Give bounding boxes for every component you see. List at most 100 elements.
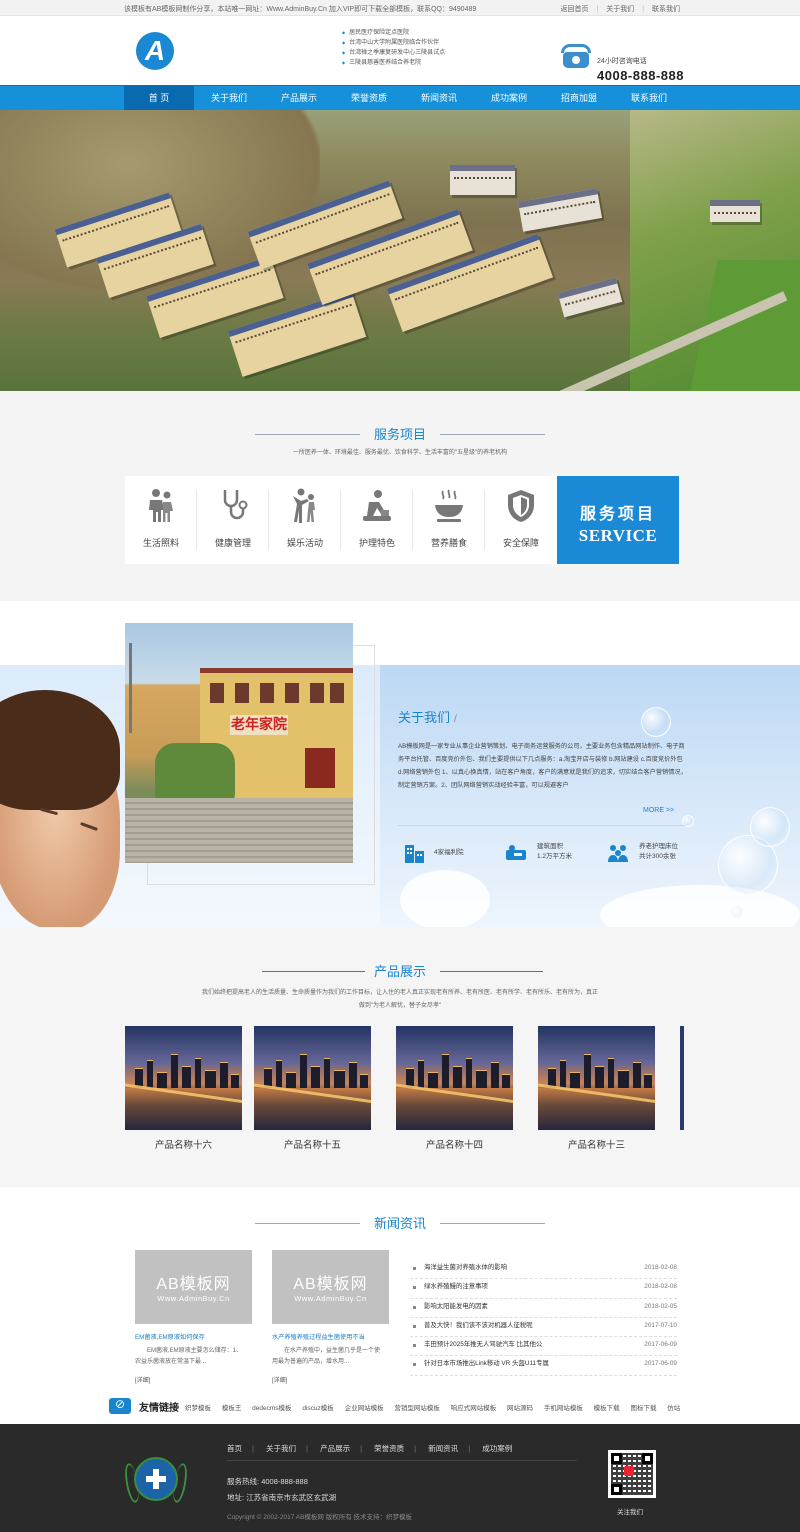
- service-item-nutrition[interactable]: 营养膳食: [413, 476, 485, 564]
- news-item-date: 2018-02-08: [644, 1264, 677, 1271]
- news-item-title[interactable]: 丰田预计2025年推无人驾驶汽车 比其他公: [424, 1341, 542, 1348]
- products-title-wrap: 产品展示: [0, 961, 800, 980]
- footer-address-label: 地址:: [227, 1493, 245, 1502]
- stat-area-value: 1.2万平方米: [537, 853, 573, 860]
- news-list-item[interactable]: 影响太阳能发电的因素 2018-02-05: [410, 1299, 677, 1318]
- services-title-wrap: 服务项目: [0, 424, 800, 443]
- top-link-home[interactable]: 返回首页: [561, 6, 589, 13]
- friend-link[interactable]: 图标下载: [630, 1405, 656, 1412]
- service-item-safety[interactable]: 安全保障: [485, 476, 557, 564]
- news-more-link[interactable]: [详细]: [135, 1375, 150, 1384]
- services-subtitle: 一所医养一体、环境最佳、服务最优、饮食科学、生活丰富的"五星级"的养老机构: [292, 450, 508, 456]
- footer-hotline: 服务热线: 4008-888-888: [227, 1476, 308, 1487]
- news-more-link[interactable]: [详细]: [272, 1375, 287, 1384]
- about-more-link[interactable]: MORE >>: [643, 807, 674, 814]
- friend-link[interactable]: 手机网站模板: [544, 1405, 583, 1412]
- nav-item-home[interactable]: 首 页: [124, 86, 194, 110]
- nursing-home-photo: 老年家院: [125, 623, 353, 863]
- friend-link[interactable]: discuz模板: [302, 1405, 333, 1412]
- footer-nav-products[interactable]: 产品展示: [320, 1444, 350, 1453]
- friend-link[interactable]: 模板下载: [594, 1405, 620, 1412]
- divider: [262, 970, 365, 972]
- friend-link[interactable]: 响应式网站模板: [451, 1405, 497, 1412]
- product-name[interactable]: 产品名称十三: [538, 1137, 655, 1151]
- product-card[interactable]: 产品名称十四: [396, 1026, 513, 1151]
- divider: [440, 1222, 545, 1224]
- product-name[interactable]: 产品名称十五: [254, 1137, 371, 1151]
- nav-item-honors[interactable]: 荣誉资质: [334, 86, 404, 110]
- service-label: 护理特色: [358, 538, 395, 548]
- product-card[interactable]: 产品名称十六: [125, 1026, 242, 1151]
- nav-item-about[interactable]: 关于我们: [194, 86, 264, 110]
- footer-nav-about[interactable]: 关于我们: [266, 1444, 296, 1453]
- nav-item-contact[interactable]: 联系我们: [614, 86, 684, 110]
- products-desc: 我们始终把提高老人的生活质量、生命质量作为我们的工作目标，让入住的老人真正实现老…: [201, 990, 598, 1009]
- service-item-health[interactable]: 健康管理: [197, 476, 269, 564]
- stat-homes-text: 4家福利院: [434, 849, 464, 856]
- footer-nav-honors[interactable]: 荣誉资质: [374, 1444, 404, 1453]
- news-thumb-image[interactable]: AB模板网 Www.AdminBuy.Cn: [135, 1250, 252, 1324]
- news-thumb-desc: 在水产养殖中，益生菌几乎是一个使用最为普遍的产品，增水用...: [272, 1348, 381, 1365]
- service-item-life-care[interactable]: 生活照料: [125, 476, 197, 564]
- top-link-about[interactable]: 关于我们: [606, 6, 634, 13]
- news-thumb-title[interactable]: 水产养殖养殖过程益生菌使用不当: [272, 1332, 365, 1341]
- news-thumb-title[interactable]: EM菌液,EM原液如何保存: [135, 1332, 205, 1341]
- news-list-item[interactable]: 针对日本市场推出Link移动 VR 头盔U11专属 2017-06-09: [410, 1356, 677, 1376]
- nav-item-franchise[interactable]: 招商加盟: [544, 86, 614, 110]
- building-icon: [405, 845, 424, 863]
- product-card[interactable]: 产品名称十三: [538, 1026, 655, 1151]
- stat-beds-label: 养老护理床位: [639, 843, 678, 850]
- service-banner[interactable]: 服务项目 SERVICE: [557, 476, 679, 564]
- friend-link[interactable]: 仿站: [667, 1405, 680, 1412]
- news-list-item[interactable]: 海洋益生菌对养殖水体的影响 2018-02-08: [410, 1260, 677, 1280]
- news-item-title[interactable]: 针对日本市场推出Link移动 VR 头盔U11专属: [424, 1360, 549, 1367]
- divider: [398, 825, 685, 826]
- top-link-contact[interactable]: 联系我们: [652, 6, 680, 13]
- news-item-title[interactable]: 海洋益生菌对养殖水体的影响: [424, 1264, 507, 1271]
- friend-links: 友情链接 织梦模板 模板王 dedecms模板 discuz模板 企业网站模板 …: [107, 1396, 800, 1418]
- footer-nav-cases[interactable]: 成功案例: [482, 1444, 512, 1453]
- news-thumb-image[interactable]: AB模板网 Www.AdminBuy.Cn: [272, 1250, 389, 1324]
- footer-nav-news[interactable]: 新闻资讯: [428, 1444, 458, 1453]
- friend-link[interactable]: 织梦模板: [185, 1405, 211, 1412]
- news-title: 新闻资讯: [373, 1216, 426, 1231]
- news-item-date: 2018-02-08: [644, 1283, 677, 1291]
- thumb-brand: AB模板网: [293, 1276, 368, 1293]
- footer-nav: 首页 | 关于我们 | 产品展示 | 荣誉资质 | 新闻资讯 | 成功案例: [227, 1444, 513, 1453]
- nav-item-news[interactable]: 新闻资讯: [404, 86, 474, 110]
- nav-item-products[interactable]: 产品展示: [264, 86, 334, 110]
- news-item-title[interactable]: 普及大快！我们该不该对机器人征税呢: [424, 1322, 533, 1329]
- friend-link[interactable]: 网站源码: [507, 1405, 533, 1412]
- dance-icon: [293, 488, 315, 523]
- friend-link[interactable]: 企业网站模板: [345, 1405, 384, 1412]
- service-label: 生活照料: [142, 538, 179, 548]
- news-list-item[interactable]: 普及大快！我们该不该对机器人征税呢 2017-07-10: [410, 1318, 677, 1338]
- divider: [440, 433, 545, 435]
- nav-item-cases[interactable]: 成功案例: [474, 86, 544, 110]
- news-list-item[interactable]: 绿水养殖鳗的注意事项 2018-02-08: [410, 1279, 677, 1299]
- friend-link[interactable]: dedecms模板: [252, 1405, 291, 1412]
- news-item-title[interactable]: 绿水养殖鳗的注意事项: [424, 1283, 488, 1290]
- about-title-wrap: 关于我们 /: [398, 707, 457, 726]
- footer-nav-home[interactable]: 首页: [227, 1444, 242, 1453]
- site-logo[interactable]: A: [136, 32, 174, 70]
- product-image: [254, 1026, 371, 1130]
- product-card[interactable]: 产品名称十五: [254, 1026, 371, 1151]
- friend-link[interactable]: 模板王: [222, 1405, 242, 1412]
- footer-hotline-value: 4008-888-888: [261, 1477, 308, 1486]
- service-item-entertainment[interactable]: 娱乐活动: [269, 476, 341, 564]
- friend-link[interactable]: 营销型网站模板: [394, 1405, 440, 1412]
- news-item-title[interactable]: 影响太阳能发电的因素: [424, 1303, 488, 1310]
- qr-code-image: [608, 1450, 656, 1498]
- thumb-url: Www.AdminBuy.Cn: [157, 1294, 230, 1303]
- product-name[interactable]: 产品名称十六: [125, 1137, 242, 1151]
- stat-area-label: 建筑面积: [537, 843, 563, 850]
- nursing-icon: [363, 490, 391, 521]
- product-name[interactable]: 产品名称十四: [396, 1137, 513, 1151]
- services-title: 服务项目: [373, 427, 426, 442]
- group-icon: [608, 845, 628, 862]
- footer-address: 地址: 江苏省南京市玄武区玄武湖: [227, 1492, 336, 1503]
- header-tag: 三陵县慈善医养结合养老院: [342, 58, 445, 68]
- service-item-nursing[interactable]: 护理特色: [341, 476, 413, 564]
- news-list-item[interactable]: 丰田预计2025年推无人驾驶汽车 比其他公 2017-06-09: [410, 1337, 677, 1357]
